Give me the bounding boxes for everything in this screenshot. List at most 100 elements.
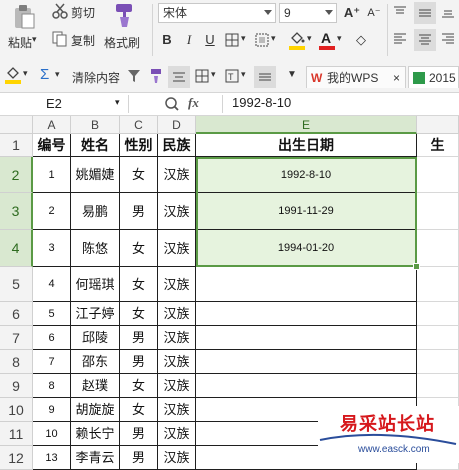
cell-b12[interactable]: 李青云 [71, 446, 120, 470]
align-middle-button[interactable] [414, 2, 436, 24]
cell-d8[interactable]: 汉族 [158, 350, 196, 374]
font-size-select[interactable]: 9 [279, 3, 337, 23]
quick-align-middle-button[interactable] [254, 66, 276, 88]
cell-b4[interactable]: 陈悠 [71, 230, 120, 267]
cell-c12[interactable]: 男 [120, 446, 158, 470]
copy-button[interactable]: 复制 [52, 31, 102, 49]
quick-format-painter-button[interactable] [148, 68, 166, 86]
cell-c8[interactable]: 男 [120, 350, 158, 374]
close-icon[interactable]: × [393, 67, 400, 88]
cell-f6[interactable] [417, 302, 459, 326]
cell-c3[interactable]: 男 [120, 193, 158, 230]
border-button[interactable]: ▾ [224, 31, 250, 49]
cell-d7[interactable]: 汉族 [158, 326, 196, 350]
align-center-button[interactable] [414, 29, 436, 51]
select-all-corner[interactable] [0, 116, 33, 134]
cell-b10[interactable]: 胡旋旋 [71, 398, 120, 422]
row-header-11[interactable]: 11 [0, 422, 33, 446]
clear-content-button[interactable]: 清除内容 [72, 69, 120, 86]
cell-d10[interactable]: 汉族 [158, 398, 196, 422]
cell-d12[interactable]: 汉族 [158, 446, 196, 470]
cell-e5[interactable] [196, 267, 417, 302]
name-box[interactable]: E2 ▾ [2, 94, 126, 113]
row-header-2[interactable]: 2 [0, 157, 33, 193]
cell-e1[interactable]: 出生日期 [196, 134, 417, 157]
bold-button[interactable]: B [158, 31, 176, 49]
cell-a3[interactable]: 2 [33, 193, 71, 230]
cell-d5[interactable]: 汉族 [158, 267, 196, 302]
row-header-9[interactable]: 9 [0, 374, 33, 398]
row-header-3[interactable]: 3 [0, 193, 33, 230]
row-header-7[interactable]: 7 [0, 326, 33, 350]
tab-my-wps[interactable]: W 我的WPS × [306, 66, 406, 88]
cell-f4[interactable] [417, 230, 459, 267]
paste-button[interactable]: 粘贴 ▾ [4, 2, 42, 52]
cell-b5[interactable]: 何瑶琪 [71, 267, 120, 302]
cell-c4[interactable]: 女 [120, 230, 158, 267]
autosum-button[interactable]: Σ ▾ [38, 66, 66, 86]
cell-c10[interactable]: 女 [120, 398, 158, 422]
cell-a10[interactable]: 9 [33, 398, 71, 422]
paste-dropdown-icon[interactable]: ▾ [32, 34, 37, 45]
cell-a1[interactable]: 编号 [33, 134, 71, 157]
column-header-b[interactable]: B [71, 116, 120, 134]
cell-d4[interactable]: 汉族 [158, 230, 196, 267]
cell-a7[interactable]: 6 [33, 326, 71, 350]
shrink-font-button[interactable]: A⁻ [365, 4, 383, 22]
cell-b6[interactable]: 江子婷 [71, 302, 120, 326]
font-color-button[interactable]: A ▾ [318, 30, 346, 51]
quick-align-center-button[interactable] [168, 66, 190, 88]
cell-d1[interactable]: 民族 [158, 134, 196, 157]
function-icon[interactable]: fx [188, 95, 199, 111]
quick-cell-style-button[interactable]: T ▾ [224, 68, 252, 86]
row-header-4[interactable]: 4 [0, 230, 33, 267]
cell-c1[interactable]: 性别 [120, 134, 158, 157]
cell-b11[interactable]: 赖长宁 [71, 422, 120, 446]
cell-e6[interactable] [196, 302, 417, 326]
cell-c2[interactable]: 女 [120, 157, 158, 193]
cell-c6[interactable]: 女 [120, 302, 158, 326]
align-right-button[interactable] [440, 31, 458, 49]
cell-d6[interactable]: 汉族 [158, 302, 196, 326]
cut-button[interactable]: 剪切 [52, 3, 102, 21]
cell-f7[interactable] [417, 326, 459, 350]
font-name-select[interactable]: 宋体 [158, 3, 276, 23]
cell-d3[interactable]: 汉族 [158, 193, 196, 230]
cell-b1[interactable]: 姓名 [71, 134, 120, 157]
zoom-icon[interactable] [164, 96, 180, 112]
quick-border-button[interactable]: ▾ [194, 68, 220, 86]
cell-b8[interactable]: 邵东 [71, 350, 120, 374]
align-bottom-button[interactable] [440, 4, 458, 22]
cell-a6[interactable]: 5 [33, 302, 71, 326]
cell-e4[interactable]: 1994-01-20 [196, 230, 417, 267]
row-header-8[interactable]: 8 [0, 350, 33, 374]
column-header-c[interactable]: C [120, 116, 158, 134]
column-header-a[interactable]: A [33, 116, 71, 134]
quick-access-more-icon[interactable]: ▼ [287, 69, 297, 80]
cell-b7[interactable]: 邱陵 [71, 326, 120, 350]
align-left-button[interactable] [392, 31, 410, 49]
cell-e8[interactable] [196, 350, 417, 374]
row-header-1[interactable]: 1 [0, 134, 33, 157]
quick-fill-color-button[interactable]: ▾ [4, 66, 34, 86]
cell-c5[interactable]: 女 [120, 267, 158, 302]
cell-d11[interactable]: 汉族 [158, 422, 196, 446]
tab-2015-workbook[interactable]: 2015 [408, 66, 459, 88]
column-header-e[interactable]: E [196, 116, 417, 134]
cell-c7[interactable]: 男 [120, 326, 158, 350]
fill-handle[interactable] [413, 263, 420, 270]
cell-a5[interactable]: 4 [33, 267, 71, 302]
chevron-down-icon[interactable]: ▾ [115, 97, 120, 108]
clear-format-button[interactable]: ◇ [352, 31, 370, 49]
cell-d9[interactable]: 汉族 [158, 374, 196, 398]
underline-button[interactable]: U [201, 31, 219, 49]
cell-e3[interactable]: 1991-11-29 [196, 193, 417, 230]
cell-c9[interactable]: 女 [120, 374, 158, 398]
filter-button[interactable] [126, 68, 144, 86]
cell-a4[interactable]: 3 [33, 230, 71, 267]
row-header-5[interactable]: 5 [0, 267, 33, 302]
column-header-f[interactable] [417, 116, 459, 134]
cell-e2[interactable]: 1992-8-10 [196, 157, 417, 193]
cell-a8[interactable]: 7 [33, 350, 71, 374]
cell-f8[interactable] [417, 350, 459, 374]
